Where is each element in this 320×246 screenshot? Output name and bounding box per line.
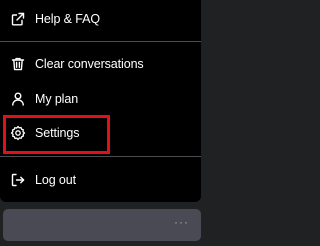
trash-icon <box>10 56 26 72</box>
menu-item-clear-conversations[interactable]: Clear conversations <box>0 47 201 81</box>
more-options-icon[interactable]: ··· <box>174 215 189 229</box>
menu-item-settings[interactable]: Settings <box>0 116 201 150</box>
menu-item-help-faq[interactable]: Help & FAQ <box>0 2 201 36</box>
user-icon <box>10 91 26 107</box>
menu-item-label: Clear conversations <box>35 57 144 71</box>
menu-divider <box>0 41 201 42</box>
menu-item-my-plan[interactable]: My plan <box>0 82 201 116</box>
menu-item-label: Settings <box>35 126 80 140</box>
external-link-icon <box>10 11 26 27</box>
menu-item-label: Help & FAQ <box>35 12 100 26</box>
logout-icon <box>10 172 26 188</box>
menu-divider <box>0 156 201 157</box>
gear-icon <box>10 125 26 141</box>
account-menu: Help & FAQ Clear conversations My plan S… <box>0 0 201 202</box>
menu-item-label: Log out <box>35 173 77 187</box>
menu-item-log-out[interactable]: Log out <box>0 163 201 197</box>
user-menu-button[interactable]: ··· <box>3 209 201 241</box>
menu-item-label: My plan <box>35 92 79 106</box>
